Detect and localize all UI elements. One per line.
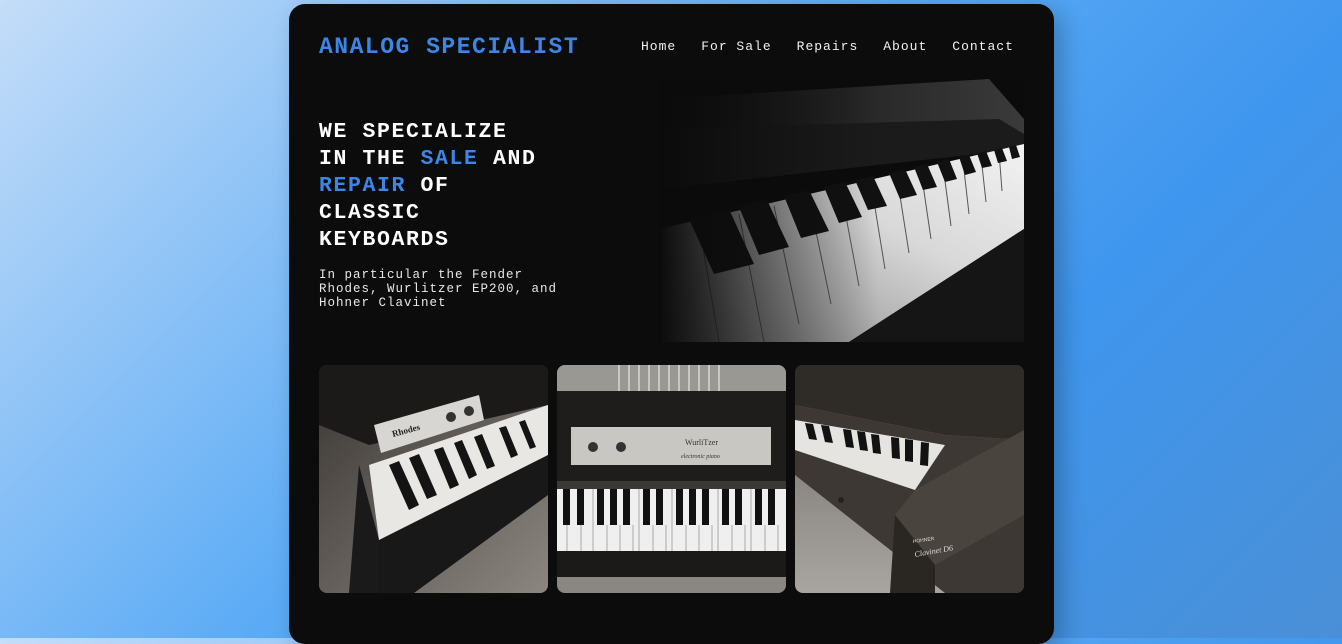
wurlitzer-photo[interactable]: WurliTzer electronic piano [557, 365, 786, 593]
clavinet-photo[interactable]: HOHNER Clavinet D6 [795, 365, 1024, 593]
headline-line-1: WE SPECIALIZE [319, 120, 508, 144]
headline-text: IN THE [319, 147, 421, 171]
headline-text: AND [478, 147, 537, 171]
wurlitzer-sub-text: electronic piano [681, 454, 720, 460]
headline-highlight-repair: REPAIR [319, 174, 407, 198]
site-logo[interactable]: ANALOG SPECIALIST [319, 34, 579, 60]
headline-line-4: CLASSIC [319, 201, 421, 225]
headline-text: OF [406, 174, 450, 198]
wurlitzer-logo-text: WurliTzer [685, 438, 718, 447]
hero-headline: WE SPECIALIZE IN THE SALE AND REPAIR OF … [319, 119, 609, 254]
hero-subtext: In particular the Fender Rhodes, Wurlitz… [319, 268, 558, 310]
main-card: ANALOG SPECIALIST Home For Sale Repairs … [289, 4, 1054, 644]
nav-link-contact[interactable]: Contact [952, 39, 1014, 54]
nav-link-home[interactable]: Home [641, 39, 676, 54]
headline-line-5: KEYBOARDS [319, 228, 450, 252]
main-nav: Home For Sale Repairs About Contact [641, 39, 1014, 54]
rhodes-photo[interactable]: Rhodes 5 [319, 365, 548, 593]
headline-highlight-sale: SALE [420, 147, 479, 171]
nav-link-repairs[interactable]: Repairs [797, 39, 859, 54]
nav-link-about[interactable]: About [883, 39, 927, 54]
hero-piano-image [659, 79, 1024, 342]
nav-link-for-sale[interactable]: For Sale [701, 39, 771, 54]
